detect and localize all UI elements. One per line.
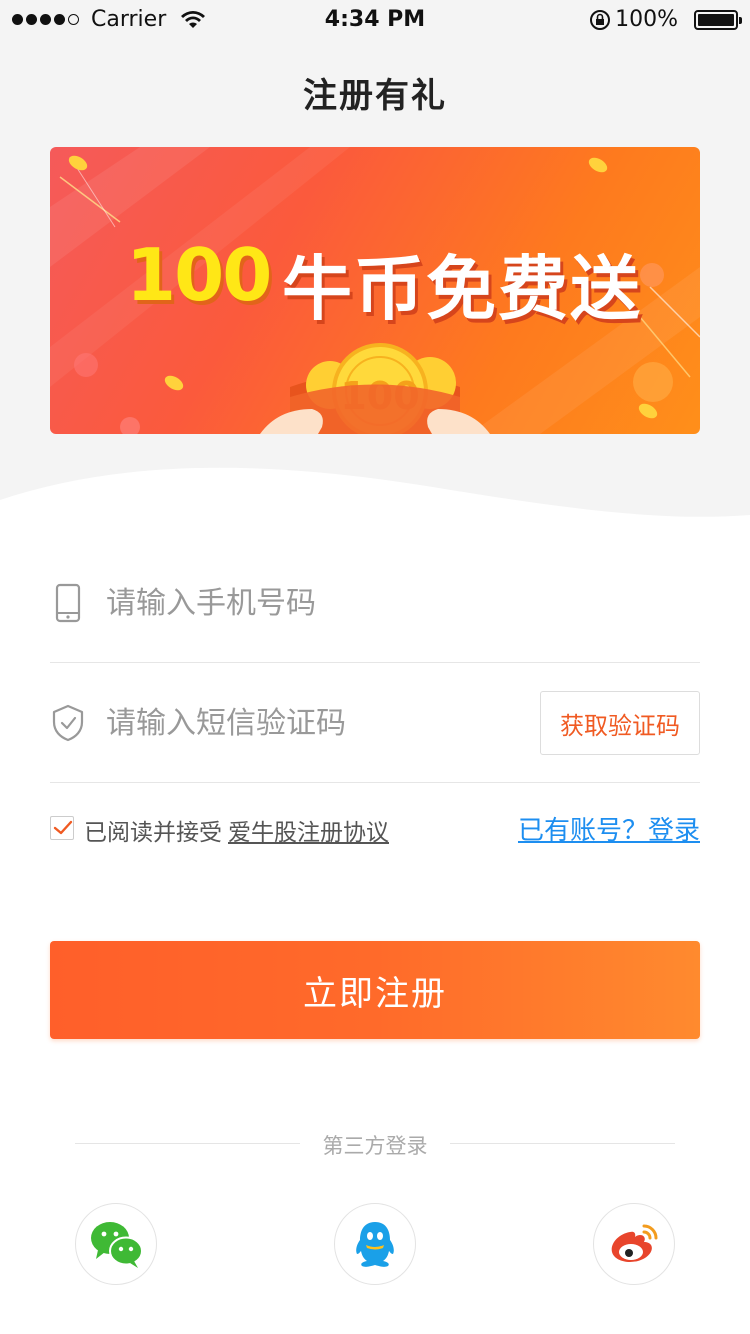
login-link[interactable]: 已有账号？登录	[518, 810, 700, 847]
register-page: Carrier 4:34 PM 100% 注册有礼 100 牛币免费送 请输入手…	[0, 0, 750, 1334]
page-title: 注册有礼	[303, 76, 447, 116]
banner-title: 牛币免费送	[282, 248, 642, 330]
agreement-row: 已阅读并接受 爱牛股注册协议 已有账号？登录	[50, 808, 700, 848]
wechat-login-button[interactable]	[75, 1203, 157, 1285]
third-party-label: 第三方登录	[322, 1134, 428, 1158]
qq-icon	[356, 1222, 394, 1267]
status-bar: Carrier 4:34 PM 100%	[0, 0, 750, 40]
phone-field-row	[50, 543, 700, 663]
status-right: 100%	[589, 7, 742, 32]
code-field-row: 获取验证码	[50, 663, 700, 783]
agreement-link[interactable]: 爱牛股注册协议	[228, 813, 389, 847]
rotation-lock-icon	[590, 9, 611, 30]
wechat-icon	[91, 1222, 143, 1268]
weibo-icon	[611, 1224, 658, 1262]
wave-divider	[0, 467, 750, 540]
divider-line-right	[450, 1143, 675, 1144]
battery-icon	[694, 9, 742, 30]
checkmark-icon	[53, 820, 73, 835]
weibo-login-button[interactable]	[593, 1203, 675, 1285]
promo-banner[interactable]: 100 100 牛币免费送	[50, 147, 700, 434]
qq-login-button[interactable]	[334, 1203, 416, 1285]
banner-amount: 100	[126, 233, 272, 317]
third-party-divider: 第三方登录	[75, 1128, 675, 1158]
shield-check-icon	[52, 704, 84, 742]
agree-text: 已阅读并接受	[84, 820, 222, 846]
phone-icon	[55, 583, 81, 623]
sms-code-input[interactable]	[106, 699, 506, 747]
agree-checkbox[interactable]	[50, 816, 74, 840]
get-code-button[interactable]: 获取验证码	[540, 691, 700, 755]
register-button[interactable]: 立即注册	[50, 941, 700, 1039]
battery-percent: 100%	[615, 7, 678, 32]
phone-input[interactable]	[106, 579, 526, 627]
